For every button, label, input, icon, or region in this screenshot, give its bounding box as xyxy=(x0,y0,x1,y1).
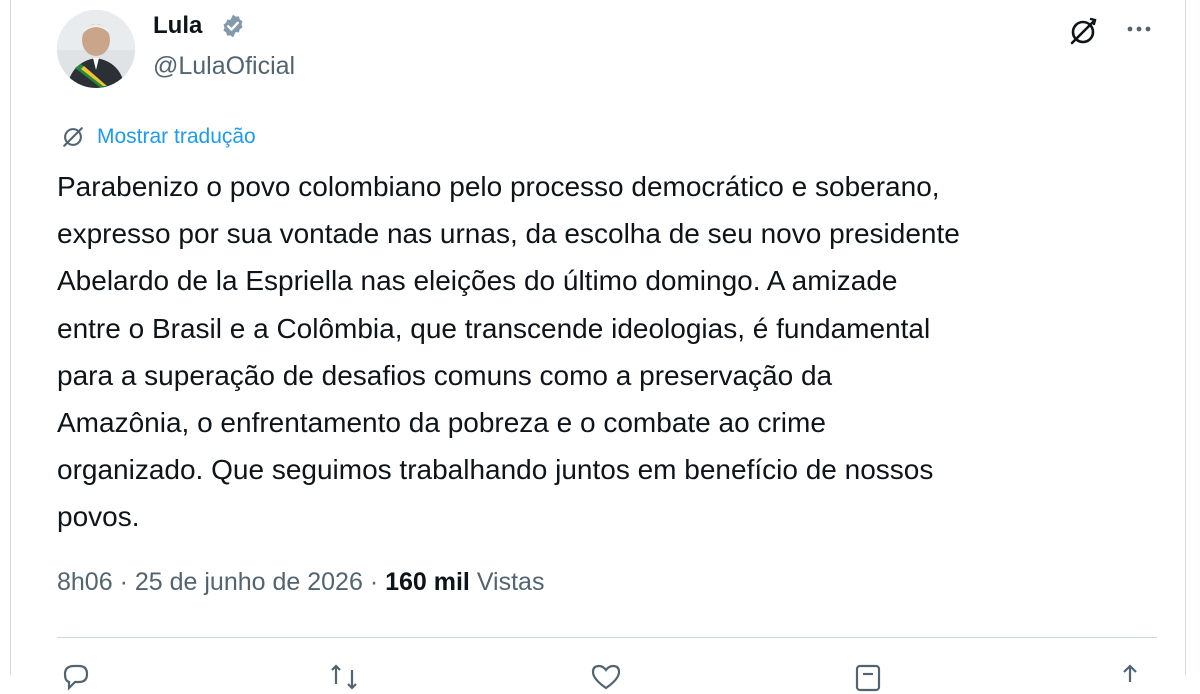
views-count: 160 mil xyxy=(385,568,470,596)
tweet-line: organizado. Que seguimos trabalhando jun… xyxy=(57,454,934,486)
tweet-card: Lula @LulaOficial Mostrar tradução Parab… xyxy=(10,0,1186,692)
tweet-line: expresso por sua vontade nas urnas, da e… xyxy=(57,218,960,250)
tweet-date[interactable]: 25 de junho de 2026 xyxy=(135,568,363,596)
meta-separator: · xyxy=(119,568,128,596)
translate-icon xyxy=(63,127,83,147)
like-icon[interactable] xyxy=(589,660,623,694)
tweet-time[interactable]: 8h06 xyxy=(57,568,113,596)
tweet-line: para a superação de desafios comuns como… xyxy=(57,359,833,391)
author-handle[interactable]: @LulaOficial xyxy=(153,52,295,81)
meta-separator: · xyxy=(369,568,379,596)
bookmark-icon[interactable] xyxy=(851,660,885,694)
views-label: Vistas xyxy=(476,568,545,596)
tweet-line: Amazônia, o enfrentamento da pobreza e o… xyxy=(57,407,826,439)
author-name[interactable]: Lula xyxy=(153,12,202,40)
grok-icon[interactable] xyxy=(1067,16,1099,48)
reply-icon[interactable] xyxy=(59,660,93,694)
tweet-text: Parabenizo o povo colombiano pelo proces… xyxy=(57,163,1167,541)
more-icon[interactable] xyxy=(1121,14,1157,44)
tweet-line: Parabenizo o povo colombiano pelo proces… xyxy=(57,171,940,202)
avatar-photo xyxy=(57,10,135,88)
tweet-line: Abelardo de la Espriella nas eleições do… xyxy=(57,265,898,297)
tweet-line: entre o Brasil e a Colômbia, que transce… xyxy=(57,312,931,344)
repost-icon[interactable] xyxy=(327,660,361,694)
divider xyxy=(57,637,1157,638)
tweet-meta: 8h06 · 25 de junho de 2026 · 160 mil Vis… xyxy=(57,568,544,597)
show-translation-link[interactable]: Mostrar tradução xyxy=(59,122,256,152)
share-icon[interactable] xyxy=(1113,660,1147,694)
verified-badge-icon xyxy=(223,14,243,38)
show-translation-label: Mostrar tradução xyxy=(97,125,256,148)
tweet-line: povos. xyxy=(57,501,140,533)
avatar[interactable] xyxy=(57,10,135,88)
